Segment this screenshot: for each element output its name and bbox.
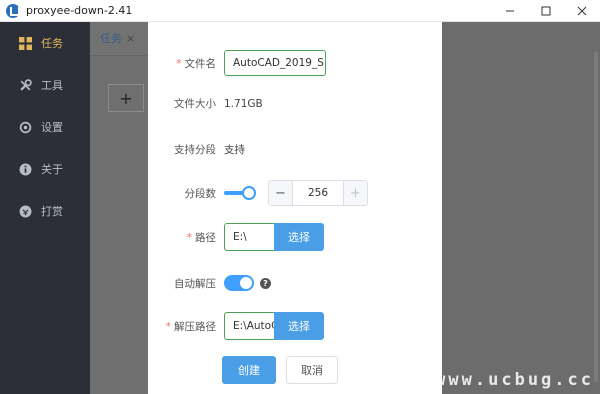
sidebar-item-about[interactable]: 关于 <box>0 148 90 190</box>
extract-path-label: * 解压路径 <box>165 320 216 333</box>
path-input-group: E:\ 选择 <box>224 223 324 251</box>
title-bar: proxyee-down-2.41 <box>0 0 600 22</box>
create-button[interactable]: 创建 <box>222 356 276 384</box>
grid-icon <box>18 36 32 50</box>
sidebar: 任务 工具 设置 关于 打赏 <box>0 22 90 394</box>
required-mark: * <box>176 57 182 70</box>
info-icon <box>18 162 32 176</box>
extract-path-input-group: E:\AutoCAD 选择 <box>224 312 324 340</box>
path-select-button[interactable]: 选择 <box>274 223 324 251</box>
filename-label: * 文件名 <box>176 57 216 70</box>
extract-path-row: *解压路径 E:\AutoCAD 选择 <box>148 312 442 340</box>
filename-input[interactable]: AutoCAD_2019_S <box>224 50 326 76</box>
segment-support-row: 支持分段 支持 <box>148 142 442 157</box>
tab-tasks[interactable]: 任务 × <box>100 30 135 46</box>
toggle-knob <box>240 277 252 289</box>
sidebar-item-label: 工具 <box>41 79 63 92</box>
path-input[interactable]: E:\ <box>224 223 274 251</box>
minimize-icon <box>506 10 514 12</box>
required-mark: * <box>186 231 192 244</box>
minimize-button[interactable] <box>492 0 528 22</box>
required-mark: * <box>165 320 171 333</box>
sidebar-item-label: 打赏 <box>41 205 63 218</box>
coin-icon <box>18 204 32 218</box>
scrollbar[interactable] <box>594 52 598 382</box>
maximize-button[interactable] <box>528 0 564 22</box>
sidebar-item-settings[interactable]: 设置 <box>0 106 90 148</box>
segment-support-value: 支持 <box>224 144 245 156</box>
segment-support-label: 支持分段 <box>174 144 216 156</box>
close-button[interactable] <box>564 0 600 22</box>
gear-icon <box>18 120 32 134</box>
window-title: proxyee-down-2.41 <box>26 4 133 17</box>
help-icon[interactable]: ? <box>260 277 271 289</box>
filename-row: * 文件名 AutoCAD_2019_S <box>148 50 442 76</box>
auto-extract-row: 自动解压 ? <box>148 275 442 291</box>
auto-extract-toggle[interactable] <box>224 275 254 291</box>
cancel-button[interactable]: 取消 <box>286 356 338 384</box>
sidebar-item-donate[interactable]: 打赏 <box>0 190 90 232</box>
increment-button[interactable]: + <box>343 181 367 205</box>
extract-path-input[interactable]: E:\AutoCAD <box>224 312 274 340</box>
window-controls <box>492 0 600 22</box>
tab-label: 任务 <box>100 32 122 45</box>
close-icon <box>577 6 587 16</box>
segments-slider[interactable] <box>224 186 256 200</box>
auto-extract-label: 自动解压 <box>174 277 216 290</box>
wrench-icon <box>18 78 32 92</box>
close-tab-icon[interactable]: × <box>126 32 135 45</box>
path-row: * 路径 E:\ 选择 <box>148 223 442 251</box>
add-task-button[interactable]: + <box>108 84 144 112</box>
sidebar-item-label: 设置 <box>41 121 63 134</box>
segments-value[interactable]: 256 <box>293 181 343 205</box>
filesize-row: 文件大小 1.71GB <box>148 96 442 111</box>
decrement-button[interactable]: − <box>269 181 293 205</box>
segments-row: 分段数 − 256 + <box>148 180 442 206</box>
new-download-dialog: * 文件名 AutoCAD_2019_S 文件大小 1.71GB 支持分段 支持 … <box>148 22 442 394</box>
sidebar-item-label: 任务 <box>41 37 63 50</box>
slider-thumb[interactable] <box>242 186 256 200</box>
filesize-label: 文件大小 <box>174 98 216 110</box>
segments-label: 分段数 <box>184 187 217 200</box>
sidebar-item-tasks[interactable]: 任务 <box>0 22 90 64</box>
sidebar-item-label: 关于 <box>41 163 63 176</box>
filesize-value: 1.71GB <box>224 97 263 110</box>
segments-stepper: − 256 + <box>268 180 368 206</box>
app-download-icon <box>6 3 20 18</box>
watermark: www.ucbug.cc <box>435 370 594 390</box>
path-label: * 路径 <box>186 231 216 244</box>
extract-path-select-button[interactable]: 选择 <box>274 312 324 340</box>
overlay-right <box>442 22 600 394</box>
maximize-icon <box>541 6 551 16</box>
sidebar-item-tools[interactable]: 工具 <box>0 64 90 106</box>
